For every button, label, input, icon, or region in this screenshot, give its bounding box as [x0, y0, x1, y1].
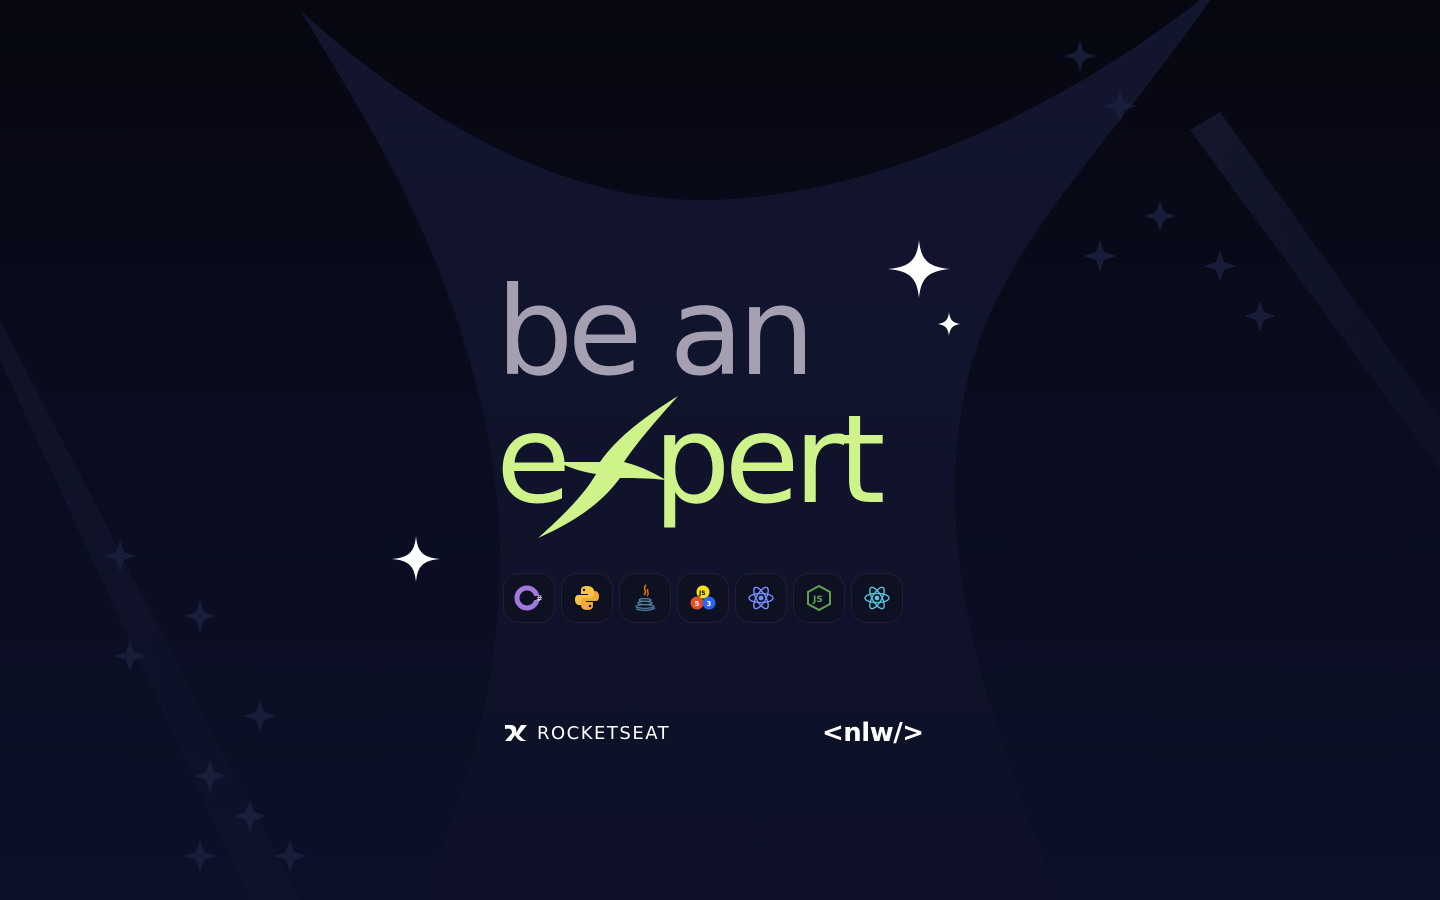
svg-text:#: # [536, 594, 543, 603]
nlw-logo: <nlw/> [822, 718, 924, 748]
headline-suffix: pert [653, 389, 885, 531]
python-icon [575, 586, 599, 610]
tech-html-css-js: JS 5 3 [677, 573, 729, 623]
sparkle-small-icon [937, 312, 961, 336]
svg-text:3: 3 [707, 600, 712, 608]
html-css-js-icon: JS 5 3 [690, 585, 716, 610]
nodejs-icon: JS [807, 584, 831, 612]
sparkle-left-icon [392, 536, 440, 582]
rocketseat-wordmark: ROCKETSEAT [537, 722, 671, 744]
tech-csharp: # [503, 573, 555, 623]
react-native-icon [864, 586, 890, 610]
rocketseat-logo: ROCKETSEAT [503, 722, 670, 744]
tech-react [735, 573, 787, 623]
tech-java [619, 573, 671, 623]
x-star-icon [538, 396, 678, 538]
svg-text:JS: JS [812, 595, 823, 605]
headline: be an e pert [496, 261, 936, 538]
tech-python [561, 573, 613, 623]
tech-nodejs: JS [793, 573, 845, 623]
svg-text:JS: JS [698, 590, 706, 597]
headline-line-2: e pert [496, 389, 936, 538]
tech-react-native [851, 573, 903, 623]
react-icon [748, 586, 774, 610]
java-icon [635, 584, 656, 611]
technology-list: # JS 5 3 JS [503, 573, 903, 623]
csharp-icon: # [514, 585, 543, 611]
rocketseat-mark-icon [505, 725, 527, 741]
headline-line-1: be an [496, 261, 815, 403]
hero-banner: be an e pert # JS 5 3 JS ROCKETSEAT <nlw… [0, 0, 1440, 900]
svg-text:5: 5 [695, 600, 700, 608]
